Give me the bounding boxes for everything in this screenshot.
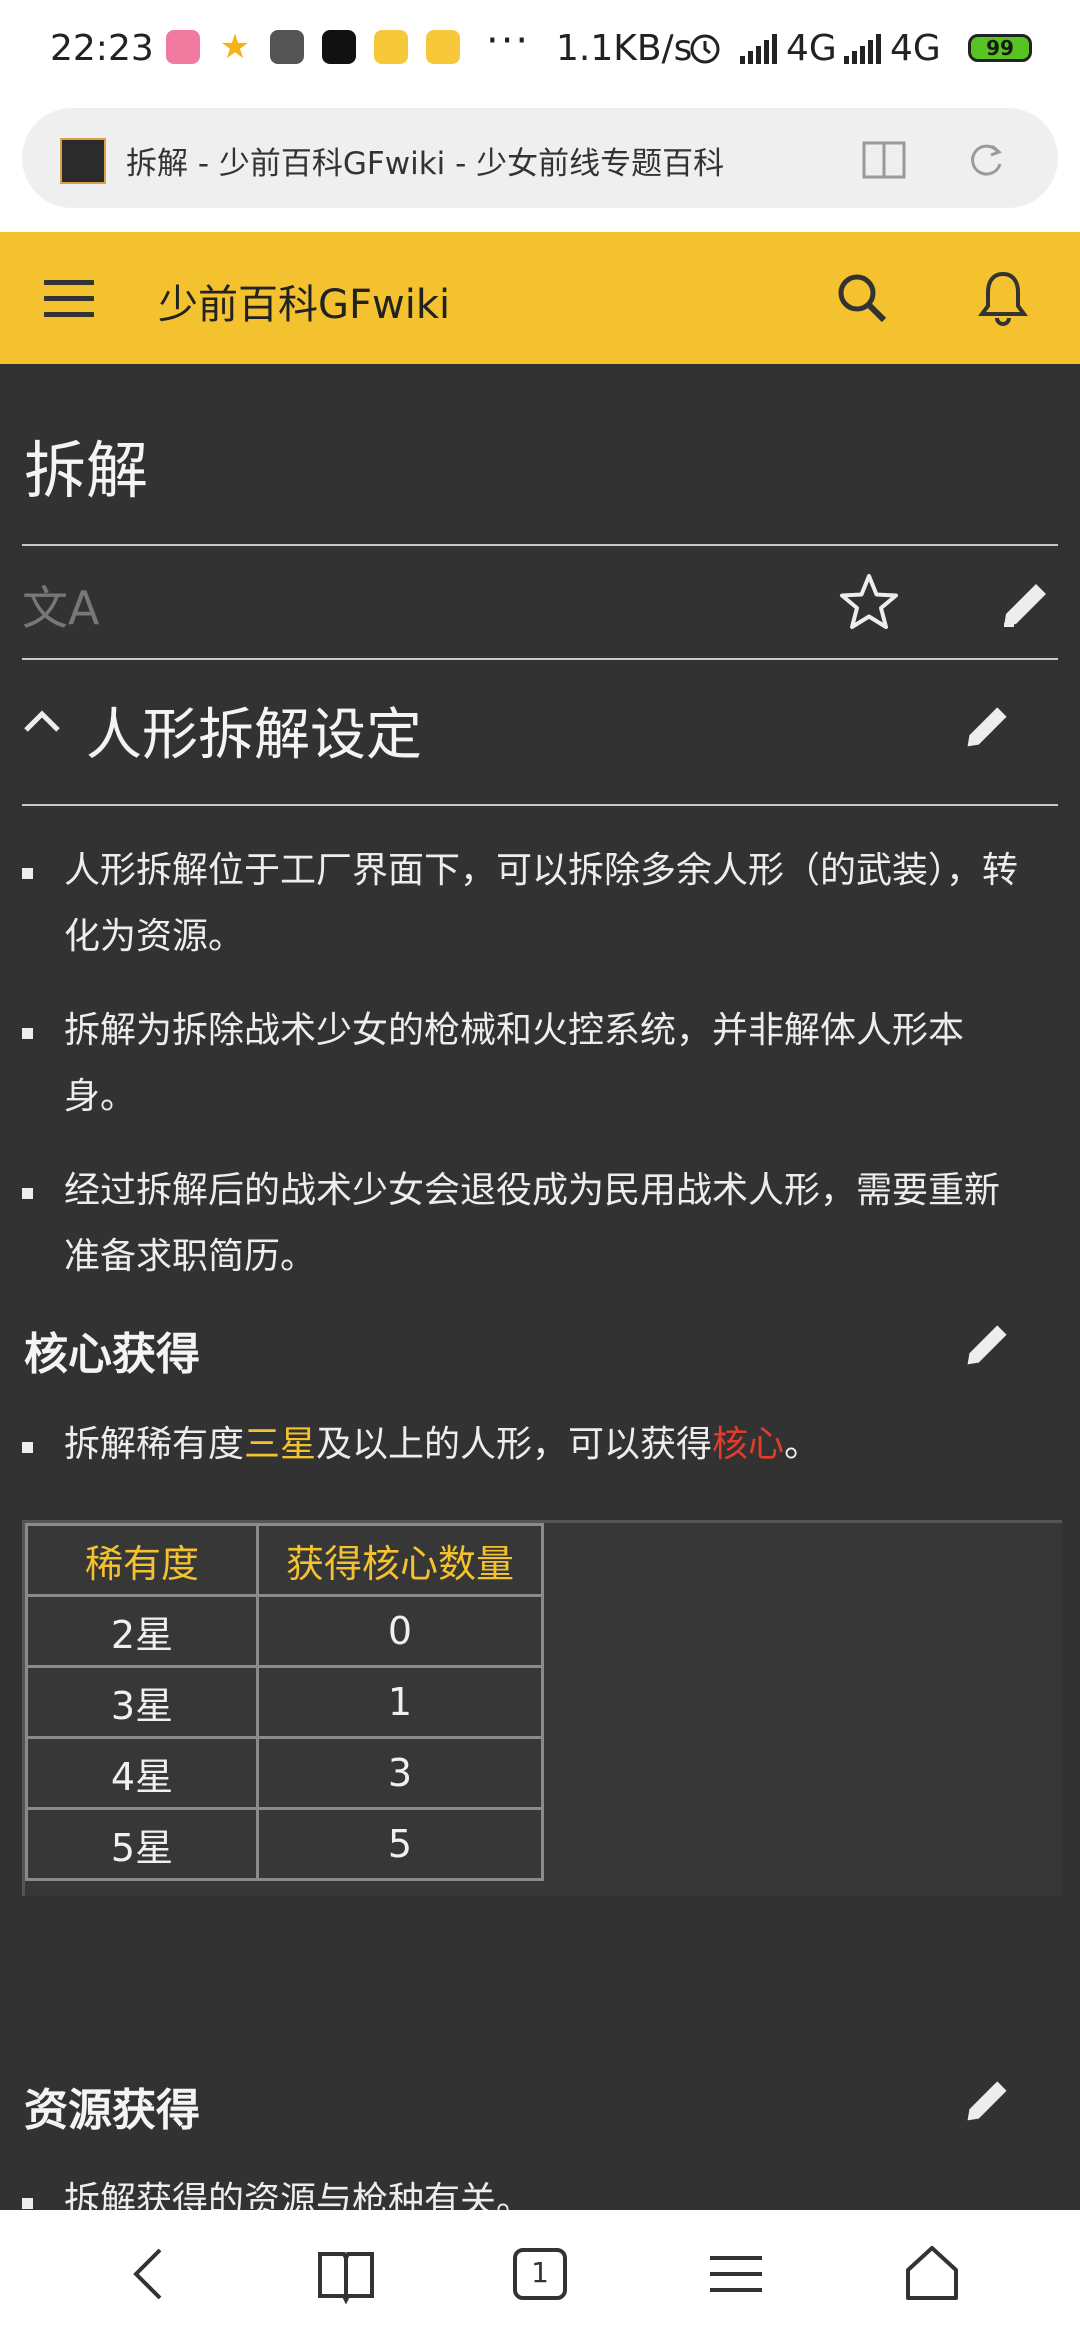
tabs-button[interactable]: 1 xyxy=(512,2244,568,2308)
core-link[interactable]: 核心 xyxy=(712,1424,784,1465)
reader-mode-icon[interactable] xyxy=(862,140,906,184)
star-app-icon: ★ xyxy=(219,27,251,67)
hamburger-menu-icon[interactable] xyxy=(44,278,96,322)
section-heading[interactable]: 人形拆解设定 xyxy=(86,690,422,771)
video-app-icon xyxy=(374,30,408,64)
mi-app-icon xyxy=(270,30,304,64)
core-text-after: 。 xyxy=(784,1424,821,1465)
site-name[interactable]: 少前百科GFwiki xyxy=(158,272,450,330)
list-item: 经过拆解后的战术少女会退役成为民用战术人形，需要重新准备求职简历。 xyxy=(22,1158,1032,1290)
signal-label-1: 4G xyxy=(786,28,837,69)
edit-page-icon[interactable] xyxy=(998,576,1054,636)
page-tab-title[interactable]: 拆解 - 少前百科GFwiki - 少女前线专题百科 xyxy=(126,138,724,183)
bookmarks-icon[interactable] xyxy=(316,2244,376,2308)
table-cell-count: 5 xyxy=(256,1807,544,1881)
disassembly-bullets: 人形拆解位于工厂界面下，可以拆除多余人形（的武装），转化为资源。 拆解为拆除战术… xyxy=(22,838,1032,1290)
core-text-before: 拆解稀有度 xyxy=(64,1424,245,1465)
table-cell-rarity: 4星 xyxy=(25,1736,259,1810)
status-time: 22:23 xyxy=(50,28,154,69)
core-bullets: 拆解稀有度三星及以上的人形，可以获得核心。 xyxy=(22,1412,1032,1478)
signal-label-2: 4G xyxy=(890,28,941,69)
section-edit-icon[interactable] xyxy=(962,700,1014,756)
search-icon[interactable] xyxy=(836,272,888,328)
table-cell-rarity: 3星 xyxy=(25,1665,259,1739)
more-notifications: ··· xyxy=(486,18,531,64)
language-icon[interactable]: 文A xyxy=(22,572,99,638)
status-bar: 22:23 ★ ··· 1.1KB/s 4G 4G 99 xyxy=(0,0,1080,100)
list-item: 拆解为拆除战术少女的枪械和火控系统，并非解体人形本身。 xyxy=(22,998,1032,1130)
table-row: 2星 0 xyxy=(25,1594,544,1668)
section-divider xyxy=(22,804,1058,806)
table-cell-rarity: 5星 xyxy=(25,1807,259,1881)
tab-count: 1 xyxy=(531,2256,549,2289)
browser-bottom-nav: 1 xyxy=(0,2210,1080,2340)
video-app-icon-2 xyxy=(426,30,460,64)
site-favicon xyxy=(60,138,106,184)
core-table: 稀有度 获得核心数量 2星 0 3星 1 4星 3 5星 5 xyxy=(25,1523,544,1881)
home-icon[interactable] xyxy=(904,2244,960,2308)
table-cell-count: 1 xyxy=(256,1665,544,1739)
pink-app-icon xyxy=(166,30,200,64)
collapse-chevron-icon[interactable] xyxy=(22,706,62,740)
table-row: 3星 1 xyxy=(25,1665,544,1739)
alarm-icon xyxy=(686,28,724,75)
menu-icon[interactable] xyxy=(708,2244,764,2308)
rarity-link[interactable]: 三星 xyxy=(244,1424,316,1465)
battery-icon: 99 xyxy=(968,34,1032,62)
subsection-heading-resource: 资源获得 xyxy=(24,2085,200,2136)
table-cell-rarity: 2星 xyxy=(25,1594,259,1668)
core-table-container: 稀有度 获得核心数量 2星 0 3星 1 4星 3 5星 5 xyxy=(22,1520,1062,1896)
table-row: 4星 3 xyxy=(25,1736,544,1810)
list-item: 人形拆解位于工厂界面下，可以拆除多余人形（的武装），转化为资源。 xyxy=(22,838,1032,970)
subsection-heading-core: 核心获得 xyxy=(24,1329,200,1380)
table-cell-count: 0 xyxy=(256,1594,544,1668)
address-bar[interactable]: 拆解 - 少前百科GFwiki - 少女前线专题百科 xyxy=(22,108,1058,208)
page-title: 拆解 xyxy=(24,434,149,507)
title-divider xyxy=(22,544,1058,546)
table-row: 5星 5 xyxy=(25,1807,544,1881)
table-header-rarity: 稀有度 xyxy=(25,1523,259,1597)
back-icon[interactable] xyxy=(128,2244,168,2308)
notification-icons: ★ xyxy=(166,30,460,64)
list-item: 拆解稀有度三星及以上的人形，可以获得核心。 xyxy=(22,1412,1032,1478)
soul-app-icon xyxy=(322,30,356,64)
core-text-middle: 及以上的人形，可以获得 xyxy=(316,1424,713,1465)
signal-icon-2 xyxy=(842,32,886,73)
site-header: 少前百科GFwiki xyxy=(0,232,1080,364)
subsection-edit-icon[interactable] xyxy=(962,1318,1014,1374)
signal-icon xyxy=(738,32,782,73)
watch-star-icon[interactable] xyxy=(838,572,900,638)
notification-bell-icon[interactable] xyxy=(978,270,1028,330)
subsection-edit-icon-2[interactable] xyxy=(962,2074,1014,2130)
toolbar-divider xyxy=(22,658,1058,660)
network-speed: 1.1KB/s xyxy=(556,28,693,69)
reload-icon[interactable] xyxy=(966,140,1006,184)
browser-toolbar: 拆解 - 少前百科GFwiki - 少女前线专题百科 xyxy=(0,100,1080,232)
table-cell-count: 3 xyxy=(256,1736,544,1810)
table-header-core-count: 获得核心数量 xyxy=(256,1523,544,1597)
